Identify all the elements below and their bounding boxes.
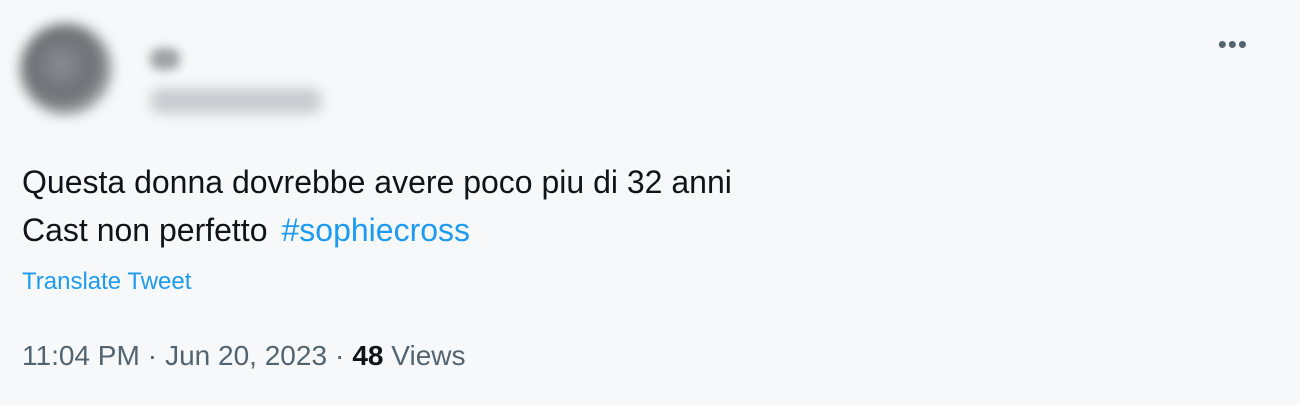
tweet-text: Questa donna dovrebbe avere poco piu di … (22, 158, 1222, 254)
tweet-text-line-2-body: Cast non perfetto (22, 212, 268, 248)
views-label[interactable]: Views (391, 340, 465, 371)
tweet-header (20, 18, 420, 118)
views-count[interactable]: 48 (352, 340, 383, 371)
tweet-metadata: 11:04 PM · Jun 20, 2023 · 48 Views (22, 340, 465, 372)
tweet-time[interactable]: 11:04 PM (22, 340, 140, 371)
more-options-icon[interactable]: ••• (1218, 31, 1248, 57)
translate-tweet-link[interactable]: Translate Tweet (22, 268, 191, 296)
meta-separator-1: · (147, 340, 158, 371)
tweet-text-line-1: Questa donna dovrebbe avere poco piu di … (22, 164, 732, 200)
tweet-date[interactable]: Jun 20, 2023 (165, 340, 327, 371)
hashtag-link[interactable]: #sophiecross (281, 212, 470, 248)
meta-separator-2: · (335, 340, 345, 371)
username-blurred[interactable] (150, 88, 322, 114)
avatar[interactable] (20, 23, 112, 115)
tweet-text-line-2: Cast non perfetto #sophiecross (22, 206, 1222, 254)
tweet-card: ••• Questa donna dovrebbe avere poco piu… (0, 0, 1300, 405)
display-name-blurred[interactable] (150, 48, 180, 70)
